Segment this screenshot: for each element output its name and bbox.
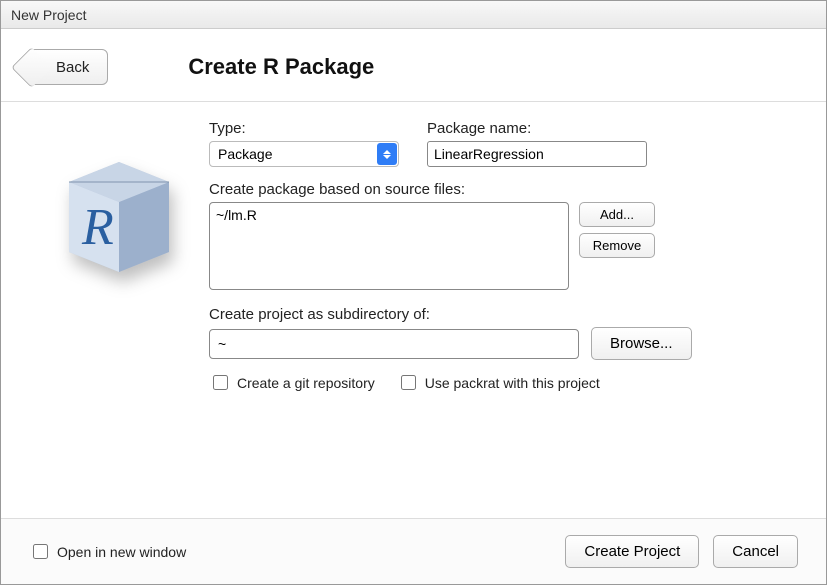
browse-button[interactable]: Browse...: [591, 327, 692, 360]
new-project-dialog: New Project Back Create R Package R Type…: [0, 0, 827, 585]
back-button[interactable]: Back: [29, 49, 108, 85]
dialog-footer: Open in new window Create Project Cancel: [1, 518, 826, 584]
packrat-label: Use packrat with this project: [425, 375, 600, 391]
remove-source-button[interactable]: Remove: [579, 233, 655, 258]
open-new-window-checkbox[interactable]: [33, 544, 48, 559]
window-title: New Project: [1, 1, 826, 29]
source-files-list[interactable]: ~/lm.R: [209, 202, 569, 290]
type-field: Type: Package: [209, 120, 399, 167]
form-column: Type: Package Package name: Create packa…: [209, 120, 798, 508]
open-new-window-label: Open in new window: [57, 544, 186, 560]
subdirectory-label: Create project as subdirectory of:: [209, 306, 798, 323]
package-name-label: Package name:: [427, 120, 647, 137]
open-new-window-option[interactable]: Open in new window: [29, 541, 186, 562]
type-select[interactable]: Package: [209, 141, 399, 167]
git-repo-option[interactable]: Create a git repository: [209, 372, 375, 393]
package-icon-column: R: [29, 120, 209, 508]
package-name-field: Package name:: [427, 120, 647, 167]
add-source-button[interactable]: Add...: [579, 202, 655, 227]
package-name-input[interactable]: [427, 141, 647, 167]
create-project-button[interactable]: Create Project: [565, 535, 699, 568]
dialog-header: Back Create R Package: [1, 29, 826, 101]
packrat-option[interactable]: Use packrat with this project: [397, 372, 600, 393]
svg-text:R: R: [81, 199, 114, 256]
page-title: Create R Package: [188, 54, 374, 80]
back-button-label: Back: [56, 59, 89, 76]
subdirectory-input[interactable]: [209, 329, 579, 359]
cancel-button[interactable]: Cancel: [713, 535, 798, 568]
source-files-label: Create package based on source files:: [209, 181, 798, 198]
git-repo-checkbox[interactable]: [213, 375, 228, 390]
dialog-body: R Type: Package Package name:: [1, 102, 826, 518]
r-package-box-icon: R: [49, 142, 189, 282]
type-label: Type:: [209, 120, 399, 137]
packrat-checkbox[interactable]: [401, 375, 416, 390]
git-repo-label: Create a git repository: [237, 375, 375, 391]
